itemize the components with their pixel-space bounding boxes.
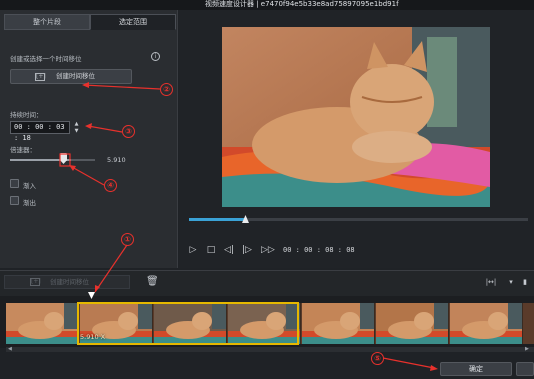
tab-bar: 整个片段 选定范围 bbox=[4, 14, 176, 30]
speed-label: 倍速器： bbox=[10, 146, 36, 154]
zoom-icon[interactable]: ▾ bbox=[504, 276, 518, 288]
add-icon: [+] bbox=[30, 278, 41, 286]
timeline-create-timeshift-button[interactable]: [+] 创建时间移位 bbox=[4, 275, 130, 289]
fit-timeline-icon[interactable]: |↔| bbox=[484, 276, 498, 288]
create-timeshift-button-label: 创建时间移位 bbox=[56, 72, 95, 80]
speed-slider-track[interactable] bbox=[10, 159, 95, 161]
zoom-slider-icon[interactable]: ▮ bbox=[518, 276, 532, 288]
timeline-scrollbar[interactable] bbox=[6, 347, 534, 352]
create-timeshift-label: 创建或选择一个时间移位 bbox=[10, 55, 82, 63]
timeline-frame bbox=[302, 303, 375, 344]
info-icon[interactable]: i bbox=[151, 52, 160, 61]
annotation-3: ③ bbox=[122, 125, 135, 138]
cat-video-frame bbox=[222, 27, 490, 207]
annotation-5: ⑤ bbox=[371, 352, 384, 365]
ok-button[interactable]: 确定 bbox=[440, 362, 512, 376]
annotation-1: ① bbox=[121, 233, 134, 246]
title-bar: 视频速度设计器 | e7470f94e5b33e8ad75897095e1bd9… bbox=[0, 0, 534, 10]
scroll-left-icon[interactable]: ◀ bbox=[8, 346, 12, 352]
add-icon: [+] bbox=[35, 73, 46, 81]
timeline-frame bbox=[376, 303, 449, 344]
stop-icon[interactable]: □ bbox=[206, 244, 216, 256]
playback-progress[interactable] bbox=[189, 218, 528, 221]
fade-in-checkbox[interactable] bbox=[10, 179, 19, 188]
fade-out-label: 渐出 bbox=[23, 199, 36, 207]
playback-progress-fill bbox=[189, 218, 247, 221]
tab-selected-range[interactable]: 选定范围 bbox=[90, 14, 176, 30]
tab-whole-clip[interactable]: 整个片段 bbox=[4, 14, 90, 30]
duration-label: 持续时间： bbox=[10, 111, 43, 119]
playback-timecode: 00 : 00 : 08 : 08 bbox=[283, 246, 355, 254]
timeline-frame bbox=[450, 303, 523, 344]
timeline-create-timeshift-label: 创建时间移位 bbox=[50, 278, 89, 286]
cancel-button[interactable] bbox=[516, 362, 534, 376]
play-icon[interactable]: ▷ bbox=[188, 244, 198, 256]
speed-value: 5.910 bbox=[107, 156, 126, 164]
scroll-right-icon[interactable]: ▶ bbox=[525, 346, 529, 352]
fade-out-checkbox[interactable] bbox=[10, 196, 19, 205]
duration-up-icon[interactable]: ▲ bbox=[72, 121, 81, 127]
annotation-4: ④ bbox=[104, 179, 117, 192]
create-timeshift-button[interactable]: [+] 创建时间移位 bbox=[10, 69, 132, 84]
video-preview bbox=[222, 27, 490, 207]
fade-in-label: 渐入 bbox=[23, 182, 36, 190]
fast-forward-icon[interactable]: ▷▷ bbox=[261, 244, 275, 256]
selected-range-speed: 5.910 X bbox=[80, 333, 106, 341]
selected-range[interactable] bbox=[77, 302, 299, 345]
timeline-frame bbox=[6, 303, 79, 344]
duration-down-icon[interactable]: ▼ bbox=[72, 128, 81, 134]
trash-icon[interactable]: 🗑 bbox=[146, 276, 159, 288]
annotation-2: ② bbox=[160, 83, 173, 96]
window-title: 视频速度设计器 | e7470f94e5b33e8ad75897095e1bd9… bbox=[205, 0, 399, 8]
duration-input[interactable]: 00 : 00 : 03 : 18 bbox=[10, 121, 70, 142]
next-frame-icon[interactable]: |▷ bbox=[242, 244, 252, 256]
prev-frame-icon[interactable]: ◁| bbox=[224, 244, 234, 256]
